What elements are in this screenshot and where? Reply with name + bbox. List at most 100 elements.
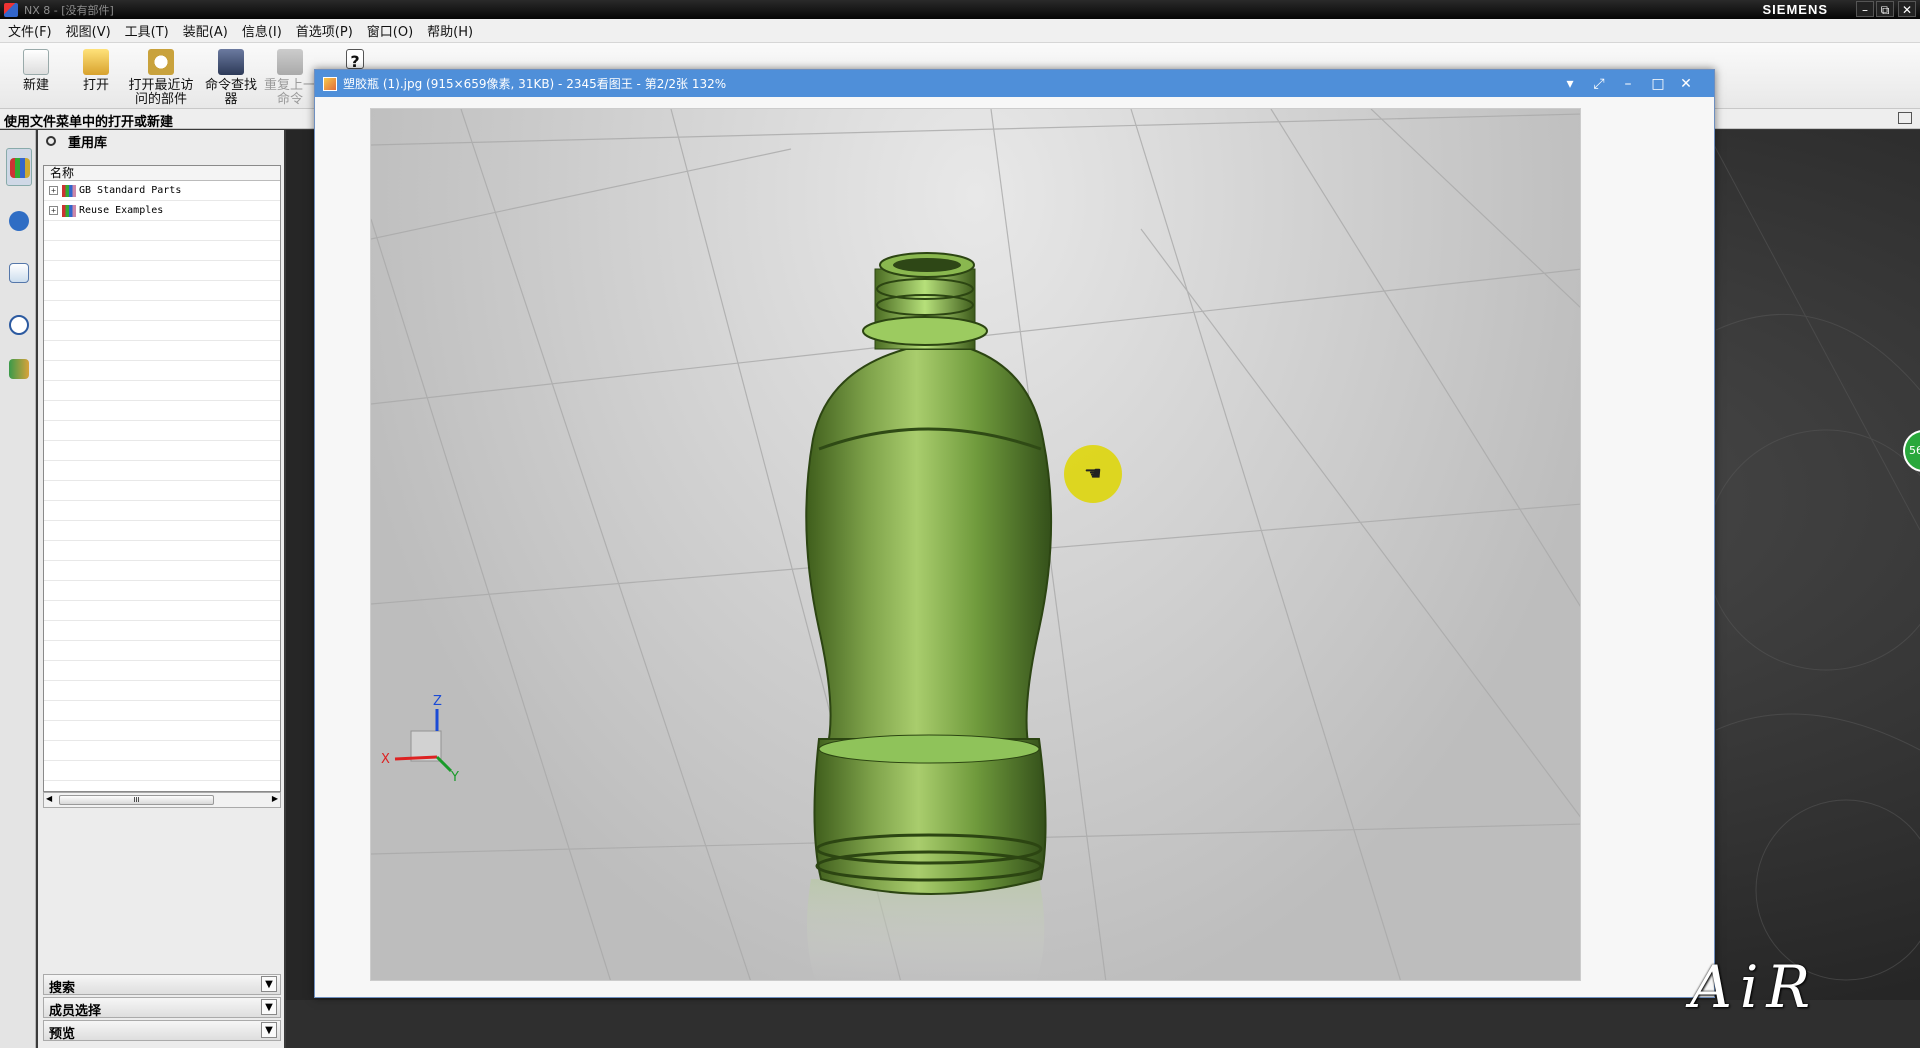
menu-bar: 文件(F) 视图(V) 工具(T) 装配(A) 信息(I) 首选项(P) 窗口(… [0,19,1920,43]
search-section-label: 搜索 [49,981,76,996]
empty-tree-row [44,561,280,581]
coordinate-triad: Z X Y [381,694,459,785]
member-select-section[interactable]: 成员选择 ▼ [43,997,281,1019]
tree-item-reuse-examples[interactable]: + Reuse Examples [44,201,280,221]
open-label: 打开 [82,78,109,93]
expand-icon[interactable]: + [49,186,58,195]
chevron-down-icon[interactable]: ▼ [261,999,277,1015]
close-button[interactable]: ✕ [1898,1,1916,17]
scroll-left-icon[interactable]: ◀ [46,794,52,803]
viewer-minimize-button[interactable]: – [1619,75,1637,93]
menu-view[interactable]: 视图(V) [66,21,111,40]
viewer-title: 塑胶瓶 (1).jpg (915×659像素, 31KB) - 2345看图王 … [343,77,727,91]
menu-preferences[interactable]: 首选项(P) [296,21,353,40]
new-button[interactable]: 新建 [5,49,67,93]
repeat-command-icon [277,49,303,75]
hand-cursor-icon: ☚ [1084,461,1102,485]
menu-window[interactable]: 窗口(O) [367,21,413,40]
recent-label-1: 打开最近访 [128,78,194,93]
menu-help[interactable]: 帮助(H) [427,21,473,40]
name-column-header[interactable]: 名称 [44,166,280,181]
window-title: NX 8 - [没有部件] [24,3,114,17]
finder-label-1: 命令查找 [204,78,257,93]
scroll-grip: III [133,796,140,804]
triad-y-label: Y [450,770,459,785]
web-browser-tab[interactable] [6,254,32,292]
binoculars-icon [218,49,244,75]
reuse-library-icon [10,158,30,178]
restore-button[interactable]: ⧉ [1876,1,1894,17]
roles-icon [9,359,29,379]
horizontal-scrollbar[interactable]: ◀ III ▶ [43,792,281,808]
menu-tools[interactable]: 工具(T) [125,21,169,40]
library-tree[interactable]: 名称 + GB Standard Parts + Reuse Examples [43,165,281,792]
title-bar: NX 8 - [没有部件] SIEMENS – ⧉ ✕ [0,0,1920,19]
command-finder-button[interactable]: 命令查找 器 [200,49,262,107]
web-browser-icon [9,263,29,283]
search-section[interactable]: 搜索 ▼ [43,974,281,996]
repeat-command-button[interactable]: 重复上一 命令 [262,49,318,107]
empty-rows [44,221,280,781]
preview-section[interactable]: 预览 ▼ [43,1020,281,1042]
recent-parts-icon [148,49,174,75]
mouth-opening [893,258,961,272]
open-recent-button[interactable]: 打开最近访 问的部件 [126,49,196,107]
open-button[interactable]: 打开 [65,49,127,93]
empty-tree-row [44,301,280,321]
chevron-down-icon[interactable]: ▼ [261,976,277,992]
viewer-maximize-button[interactable]: □ [1649,75,1667,93]
viewer-menu-button[interactable]: ▾ [1561,75,1579,93]
help-icon: ? [346,49,364,71]
empty-tree-row [44,761,280,781]
empty-tree-row [44,741,280,761]
recent-label-2: 问的部件 [134,92,187,107]
triad-z-label: Z [433,694,442,709]
empty-tree-row [44,341,280,361]
menu-information[interactable]: 信息(I) [242,21,282,40]
empty-tree-row [44,481,280,501]
scroll-right-icon[interactable]: ▶ [272,794,278,803]
tree-item-gb-standard-parts[interactable]: + GB Standard Parts [44,181,280,201]
empty-tree-row [44,701,280,721]
siemens-brand: SIEMENS [1762,2,1828,17]
pin-icon[interactable] [46,136,56,146]
empty-tree-row [44,421,280,441]
air-watermark: AiR [1690,953,1819,1021]
viewer-fullscreen-button[interactable]: ⤢ [1590,75,1608,93]
hd3d-tools-tab[interactable] [6,202,32,240]
bottle-render-image[interactable]: Z X Y ☚ [370,108,1581,981]
library-icon [62,204,76,217]
empty-tree-row [44,601,280,621]
roles-tab[interactable] [6,350,32,388]
history-tab[interactable] [6,306,32,344]
viewer-title-bar[interactable]: 塑胶瓶 (1).jpg (915×659像素, 31KB) - 2345看图王 … [315,70,1714,97]
panel-header: 重用库 [38,130,284,152]
finder-label-2: 器 [224,92,238,107]
graphics-bottom-strip [286,1000,1920,1048]
empty-tree-row [44,541,280,561]
minimize-button[interactable]: – [1856,1,1874,17]
viewer-close-button[interactable]: ✕ [1677,75,1695,93]
empty-tree-row [44,241,280,261]
chevron-down-icon[interactable]: ▼ [261,1022,277,1038]
image-viewer-window[interactable]: 塑胶瓶 (1).jpg (915×659像素, 31KB) - 2345看图王 … [314,69,1715,998]
expand-icon[interactable]: + [49,206,58,215]
menu-assembly[interactable]: 装配(A) [183,21,228,40]
preview-label: 预览 [49,1027,76,1042]
hd3d-tools-icon [9,211,29,231]
reuse-library-panel: 重用库 名称 + GB Standard Parts + Reuse Examp… [38,130,284,1048]
repeat-label-2: 命令 [276,92,303,107]
tree-item-label: GB Standard Parts [79,185,182,196]
scroll-thumb[interactable]: III [59,795,214,805]
fit-view-icon[interactable] [1898,112,1912,124]
neck-ring [862,316,988,346]
reuse-library-tab[interactable] [6,148,32,186]
menu-file[interactable]: 文件(F) [8,21,52,40]
bottle-render-svg: Z X Y [371,109,1580,980]
new-label: 新建 [22,78,49,93]
empty-tree-row [44,361,280,381]
member-select-label: 成员选择 [49,1004,102,1019]
empty-tree-row [44,721,280,741]
tree-item-label: Reuse Examples [79,205,164,216]
history-icon [9,315,29,335]
